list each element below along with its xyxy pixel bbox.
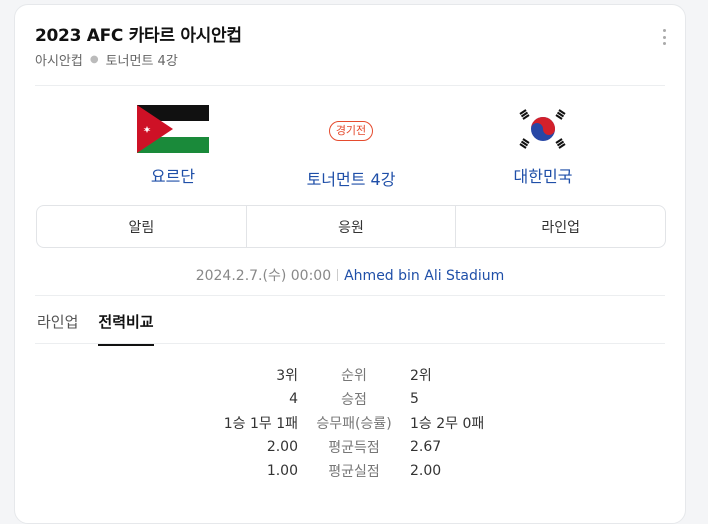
home-team[interactable]: 요르단 [113, 105, 233, 187]
home-stat: 3위 [276, 368, 298, 384]
stat-label: 승무패(승률) [316, 416, 392, 432]
stats-row: 4 승점 5 [15, 387, 685, 411]
home-team-name[interactable]: 요르단 [113, 163, 233, 187]
away-team[interactable]: 대한민국 [483, 105, 603, 187]
home-stat: 2.00 [266, 439, 298, 455]
divider [35, 295, 665, 296]
jordan-flag-icon [137, 105, 209, 153]
separator [337, 269, 339, 281]
stat-label: 승점 [341, 392, 367, 408]
match-card: 2023 AFC 카타르 아시안컵 아시안컵 ● 토너먼트 4강 요르단 경기전… [14, 4, 686, 524]
round-link[interactable]: 토너먼트 4강 [291, 166, 411, 190]
page-title[interactable]: 2023 AFC 카타르 아시안컵 [35, 21, 242, 46]
breadcrumb-competition[interactable]: 아시안컵 [35, 50, 83, 69]
tab-alert[interactable]: 알림 [37, 206, 246, 247]
home-stat: 4 [289, 391, 298, 407]
stats-table: 3위 순위 2위 4 승점 5 1승 1무 1패 승무패(승률) 1승 2무 0… [15, 363, 685, 483]
stat-label: 평균실점 [328, 464, 380, 480]
home-stat: 1승 1무 1패 [223, 416, 298, 432]
away-stat: 2.67 [410, 439, 442, 455]
stat-label: 평균득점 [328, 440, 380, 456]
separator-dot: ● [89, 54, 99, 65]
more-options-icon[interactable] [663, 29, 667, 45]
status-badge: 경기전 [328, 121, 374, 141]
away-stat: 1승 2무 0패 [410, 416, 485, 432]
away-stat: 2위 [410, 368, 432, 384]
tab-cheer[interactable]: 응원 [245, 206, 456, 247]
sub-tabs: 라인업 전력비교 [37, 311, 174, 346]
divider [35, 343, 665, 344]
breadcrumb-round[interactable]: 토너먼트 4강 [106, 50, 178, 69]
match-info: 2024.2.7.(수) 00:00 Ahmed bin Ali Stadium [15, 265, 685, 285]
match-datetime: 2024.2.7.(수) 00:00 [195, 268, 332, 284]
tab-lineup[interactable]: 라인업 [455, 206, 665, 247]
stats-row: 3위 순위 2위 [15, 363, 685, 387]
subtab-comparison[interactable]: 전력비교 [98, 311, 154, 346]
subtab-lineup[interactable]: 라인업 [37, 311, 78, 346]
action-tabs: 알림 응원 라인업 [36, 205, 666, 248]
away-stat: 5 [410, 391, 419, 407]
stats-row: 2.00 평균득점 2.67 [15, 435, 685, 459]
stats-row: 1승 1무 1패 승무패(승률) 1승 2무 0패 [15, 411, 685, 435]
away-stat: 2.00 [410, 463, 442, 479]
match-status: 경기전 토너먼트 4강 [291, 119, 411, 190]
korea-flag-icon [507, 105, 579, 153]
stat-label: 순위 [341, 368, 367, 384]
home-stat: 1.00 [266, 463, 298, 479]
breadcrumb: 아시안컵 ● 토너먼트 4강 [35, 50, 178, 69]
divider [35, 85, 665, 86]
away-team-name[interactable]: 대한민국 [483, 163, 603, 187]
venue-link[interactable]: Ahmed bin Ali Stadium [344, 268, 504, 284]
stats-row: 1.00 평균실점 2.00 [15, 459, 685, 483]
